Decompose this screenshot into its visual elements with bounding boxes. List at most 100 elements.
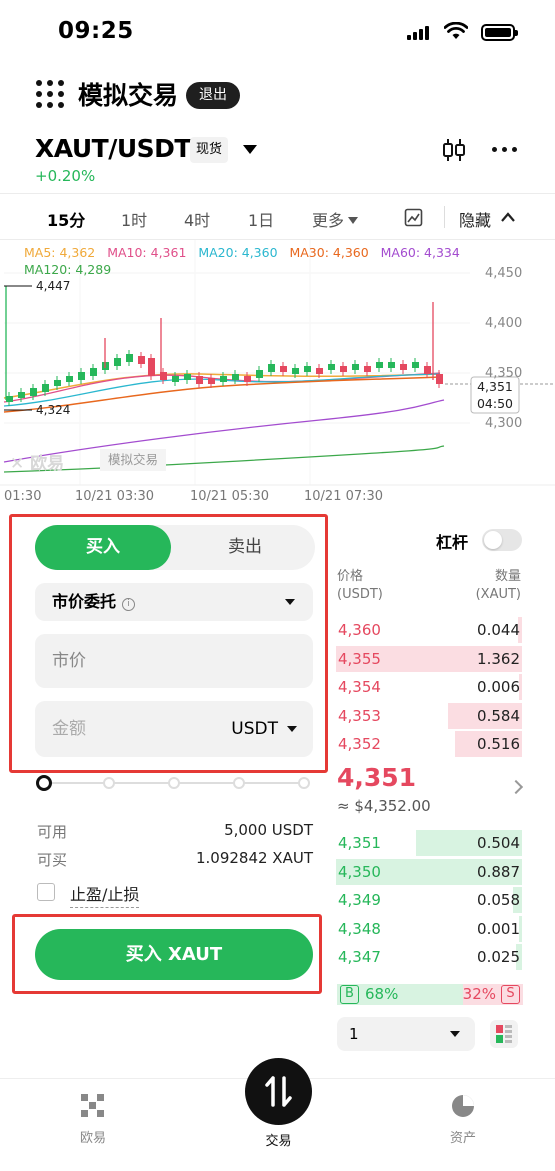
chart-settings-icon[interactable] [404, 208, 423, 227]
bid-row[interactable]: 4,348 0.001 [336, 915, 522, 942]
candle-body [340, 366, 347, 372]
price-unit: (USDT) [337, 587, 383, 602]
bid-row[interactable]: 4,351 0.504 [336, 830, 522, 856]
candle-body [208, 378, 215, 384]
ask-row[interactable]: 4,360 0.044 [336, 617, 522, 643]
candle-body [436, 374, 443, 384]
ask-qty: 0.044 [477, 621, 520, 639]
order-type-select[interactable]: 市价委托 i [35, 583, 313, 621]
chevron-up-icon[interactable] [500, 211, 516, 223]
candlestick-icon[interactable] [440, 136, 468, 164]
ask-row[interactable]: 4,352 0.516 [336, 731, 522, 757]
ask-qty: 0.584 [477, 706, 520, 725]
candle-body [30, 388, 37, 396]
x-tick: 01:30 [4, 489, 42, 504]
sell-ratio: 32% [462, 985, 496, 1003]
bid-price: 4,347 [338, 948, 381, 966]
pair-dropdown-icon[interactable] [243, 145, 257, 154]
ask-price: 4,352 [338, 735, 381, 753]
exit-button[interactable]: 退出 [186, 82, 240, 109]
candle-body [220, 376, 227, 382]
ask-price: 4,360 [338, 621, 381, 639]
price-header: 价格 [337, 569, 364, 584]
leverage-toggle[interactable] [482, 529, 522, 551]
candle-body [172, 376, 179, 382]
price-change: +0.20% [35, 167, 96, 185]
bid-qty: 0.504 [477, 834, 520, 852]
more-icon[interactable] [492, 147, 517, 152]
ma20-label: MA20: 4,360 [198, 245, 278, 260]
candle-body [304, 366, 311, 372]
candle-body [114, 358, 121, 366]
ma5-label: MA5: 4,362 [24, 245, 96, 260]
tab-1d[interactable]: 1日 [248, 207, 274, 231]
buy-sell-ratio: B 68% 32% S [337, 984, 523, 1005]
order-type-label: 市价委托 [52, 592, 117, 611]
candle-body [196, 376, 203, 384]
depth-layout-icon[interactable] [490, 1020, 518, 1048]
chevron-right-icon[interactable] [508, 779, 524, 795]
nav-assets-label: 资产 [449, 1131, 476, 1146]
bid-row[interactable]: 4,347 0.025 [336, 944, 522, 970]
buy-tab[interactable]: 买入 [35, 525, 171, 570]
hide-chart-button[interactable]: 隐藏 [459, 207, 491, 231]
tab-4h[interactable]: 4时 [184, 207, 210, 231]
status-time: 09:25 [58, 18, 134, 44]
bid-qty: 0.025 [477, 948, 520, 966]
nav-assets[interactable]: 资产 [423, 1093, 503, 1146]
available-label: 可用 [37, 823, 68, 841]
swap-arrows-icon [265, 1076, 292, 1107]
ma-legend: MA5: 4,362 MA10: 4,361 MA20: 4,360 MA30:… [24, 245, 460, 260]
tpsl-label[interactable]: 止盈/止损 [70, 881, 140, 908]
ma120-label: MA120: 4,289 [24, 262, 112, 277]
info-icon[interactable]: i [122, 598, 136, 611]
candle-body [184, 374, 191, 380]
candle-body [256, 370, 263, 378]
candle-body [388, 362, 395, 368]
low-marker-label: 4,324 [36, 403, 71, 417]
trade-button[interactable] [245, 1058, 312, 1125]
ask-qty: 0.516 [477, 735, 520, 753]
buy-xaut-button[interactable]: 买入 XAUT [35, 929, 313, 980]
menu-grid-icon[interactable] [36, 80, 66, 108]
tab-15m[interactable]: 15分 [47, 207, 85, 231]
current-price-label: 4,351 [477, 379, 513, 394]
battery-icon [481, 24, 518, 41]
slider-handle[interactable] [36, 775, 52, 791]
ask-row[interactable]: 4,354 0.006 [336, 674, 522, 700]
x-tick: 10/21 05:30 [190, 489, 270, 504]
tab-1h[interactable]: 1时 [121, 207, 147, 231]
price-field[interactable]: 市价 [35, 634, 313, 688]
ma60-label: MA60: 4,334 [380, 245, 460, 260]
pair-name[interactable]: XAUT/USDT [35, 134, 191, 163]
bid-qty: 0.887 [477, 862, 520, 881]
amount-unit-select[interactable]: USDT [231, 701, 278, 757]
tab-more[interactable]: 更多 [312, 207, 359, 231]
ask-row[interactable]: 4,353 0.584 [336, 702, 522, 729]
timeframe-bar: 15分 1时 4时 1日 更多 隐藏 [0, 193, 555, 240]
candle-body [126, 354, 133, 362]
last-price: 4,351 [337, 763, 417, 792]
bid-price: 4,348 [338, 919, 381, 938]
available-value: 5,000 USDT [224, 821, 313, 839]
amount-slider[interactable] [44, 777, 310, 789]
nav-home[interactable]: 欧易 [53, 1093, 133, 1146]
countdown-label: 04:50 [476, 396, 514, 411]
bid-row[interactable]: 4,349 0.058 [336, 887, 522, 913]
kline-svg [0, 240, 555, 486]
amount-field[interactable]: 金额 USDT [35, 701, 313, 757]
watermark-tag: 模拟交易 [100, 449, 167, 471]
tpsl-checkbox[interactable] [37, 883, 55, 901]
ask-price: 4,355 [338, 649, 381, 668]
candle-body [148, 358, 155, 376]
bid-row[interactable]: 4,350 0.887 [336, 858, 522, 885]
ask-row[interactable]: 4,355 1.362 [336, 645, 522, 672]
candle-body [90, 368, 97, 376]
depth-select[interactable]: 1 [337, 1017, 475, 1051]
side-toggle: 买入 卖出 [35, 525, 315, 570]
kline-chart[interactable]: MA5: 4,362 MA10: 4,361 MA20: 4,360 MA30:… [0, 240, 555, 510]
candle-body [424, 366, 431, 374]
ask-price: 4,354 [338, 678, 381, 696]
sell-tab[interactable]: 卖出 [175, 525, 315, 570]
amount-placeholder: 金额 [52, 719, 86, 739]
